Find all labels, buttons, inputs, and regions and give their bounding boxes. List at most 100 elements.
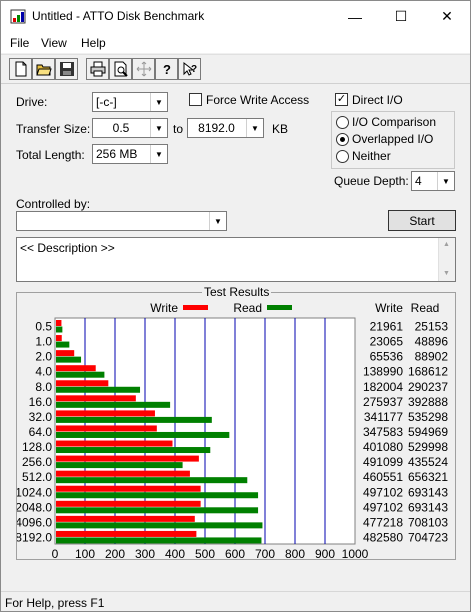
queue-depth-select[interactable]: 4 ▼ bbox=[411, 171, 455, 191]
y-tick-label: 2048.0 bbox=[17, 500, 52, 514]
transfer-from-select[interactable]: 0.5 ▼ bbox=[92, 118, 168, 138]
transfer-size-label: Transfer Size: bbox=[16, 122, 91, 136]
value-write: 21961 bbox=[370, 320, 404, 334]
bar-write bbox=[56, 425, 157, 432]
drive-value: [-c-] bbox=[96, 95, 117, 109]
overlapped-io-radio[interactable] bbox=[336, 133, 349, 146]
bar-read bbox=[56, 356, 82, 363]
drive-select[interactable]: [-c-] ▼ bbox=[92, 92, 168, 112]
x-tick-label: 300 bbox=[135, 547, 155, 559]
y-tick-label: 16.0 bbox=[29, 395, 53, 409]
bar-read bbox=[56, 447, 211, 454]
value-write: 491099 bbox=[363, 455, 403, 469]
value-write: 401080 bbox=[363, 440, 403, 454]
toolbar: ? ? bbox=[1, 54, 470, 84]
value-write: 182004 bbox=[363, 380, 403, 394]
menu-file[interactable]: File bbox=[10, 36, 29, 50]
help-button[interactable]: ? bbox=[155, 58, 178, 80]
transfer-to-select[interactable]: 8192.0 ▼ bbox=[187, 118, 264, 138]
bar-read bbox=[56, 386, 141, 393]
overlapped-io-label: Overlapped I/O bbox=[352, 132, 434, 146]
value-write: 477218 bbox=[363, 515, 403, 529]
io-comparison-radio[interactable] bbox=[336, 116, 349, 129]
print-button[interactable] bbox=[86, 58, 109, 80]
value-write: 460551 bbox=[363, 470, 403, 484]
bar-read bbox=[56, 371, 105, 378]
y-tick-label: 256.0 bbox=[22, 455, 52, 469]
transfer-unit-label: KB bbox=[272, 122, 289, 136]
queue-depth-value: 4 bbox=[415, 174, 422, 188]
value-read: 594969 bbox=[408, 425, 448, 439]
value-read: 168612 bbox=[408, 365, 448, 379]
bar-write bbox=[56, 500, 201, 507]
legend-read-label: Read bbox=[233, 301, 262, 315]
print-preview-icon bbox=[114, 61, 128, 77]
app-window: Untitled - ATTO Disk Benchmark — ☐ ✕ Fil… bbox=[0, 0, 471, 612]
bar-write bbox=[56, 485, 201, 492]
help-icon: ? bbox=[163, 62, 171, 77]
force-write-checkbox[interactable] bbox=[189, 93, 202, 106]
y-tick-label: 8.0 bbox=[35, 380, 52, 394]
bar-write bbox=[56, 410, 155, 417]
open-button[interactable] bbox=[32, 58, 55, 80]
bar-write bbox=[56, 455, 199, 462]
description-scrollbar[interactable]: ▲ ▼ bbox=[438, 238, 455, 281]
neither-radio[interactable] bbox=[336, 150, 349, 163]
value-read: 392888 bbox=[408, 395, 448, 409]
bar-read bbox=[56, 416, 212, 423]
value-write: 275937 bbox=[363, 395, 403, 409]
menu-bar: File View Help bbox=[1, 32, 470, 53]
chevron-down-icon: ▼ bbox=[150, 119, 167, 137]
new-button[interactable] bbox=[9, 58, 32, 80]
bar-read bbox=[56, 507, 259, 514]
save-button[interactable] bbox=[55, 58, 78, 80]
scroll-up-icon: ▲ bbox=[443, 241, 450, 248]
maximize-button[interactable]: ☐ bbox=[378, 1, 424, 32]
value-write: 347583 bbox=[363, 425, 403, 439]
drive-label: Drive: bbox=[16, 95, 48, 109]
x-tick-label: 700 bbox=[255, 547, 275, 559]
move-button[interactable] bbox=[132, 58, 155, 80]
total-length-label: Total Length: bbox=[16, 148, 85, 162]
controlled-by-select[interactable]: ▼ bbox=[16, 211, 227, 231]
minimize-button[interactable]: — bbox=[332, 1, 378, 32]
bar-read bbox=[56, 401, 171, 408]
value-read: 535298 bbox=[408, 410, 448, 424]
context-help-button[interactable]: ? bbox=[178, 58, 201, 80]
status-bar: For Help, press F1 bbox=[1, 591, 470, 611]
y-tick-label: 0.5 bbox=[35, 320, 52, 334]
start-button[interactable]: Start bbox=[388, 210, 456, 231]
menu-help[interactable]: Help bbox=[81, 36, 106, 50]
value-write: 23065 bbox=[370, 335, 404, 349]
direct-io-checkbox[interactable]: ✓ bbox=[335, 93, 348, 106]
open-folder-icon bbox=[35, 64, 52, 76]
bar-write bbox=[56, 530, 197, 537]
x-tick-label: 900 bbox=[315, 547, 335, 559]
y-tick-label: 1024.0 bbox=[17, 485, 52, 499]
queue-depth-label: Queue Depth: bbox=[334, 174, 409, 188]
maximize-icon: ☐ bbox=[394, 8, 408, 24]
total-length-select[interactable]: 256 MB ▼ bbox=[92, 144, 168, 164]
bar-read bbox=[56, 492, 259, 499]
value-read: 656321 bbox=[408, 470, 448, 484]
neither-label: Neither bbox=[352, 149, 391, 163]
close-button[interactable]: ✕ bbox=[424, 1, 470, 32]
bar-write bbox=[56, 320, 62, 326]
y-tick-label: 4.0 bbox=[35, 365, 52, 379]
value-read: 25153 bbox=[415, 320, 449, 334]
x-tick-label: 500 bbox=[195, 547, 215, 559]
bar-read bbox=[56, 462, 183, 469]
value-read: 529998 bbox=[408, 440, 448, 454]
description-box[interactable]: << Description >> ▲ ▼ bbox=[16, 237, 456, 282]
close-icon: ✕ bbox=[441, 8, 453, 24]
io-comparison-label: I/O Comparison bbox=[352, 115, 437, 129]
print-icon bbox=[90, 61, 105, 77]
app-icon bbox=[10, 9, 26, 24]
window-title: Untitled - ATTO Disk Benchmark bbox=[32, 9, 205, 23]
menu-view[interactable]: View bbox=[41, 36, 67, 50]
bar-read bbox=[56, 477, 248, 484]
chevron-down-icon: ▼ bbox=[209, 212, 226, 230]
print-preview-button[interactable] bbox=[109, 58, 132, 80]
bar-write bbox=[56, 440, 173, 447]
bar-write bbox=[56, 470, 190, 477]
